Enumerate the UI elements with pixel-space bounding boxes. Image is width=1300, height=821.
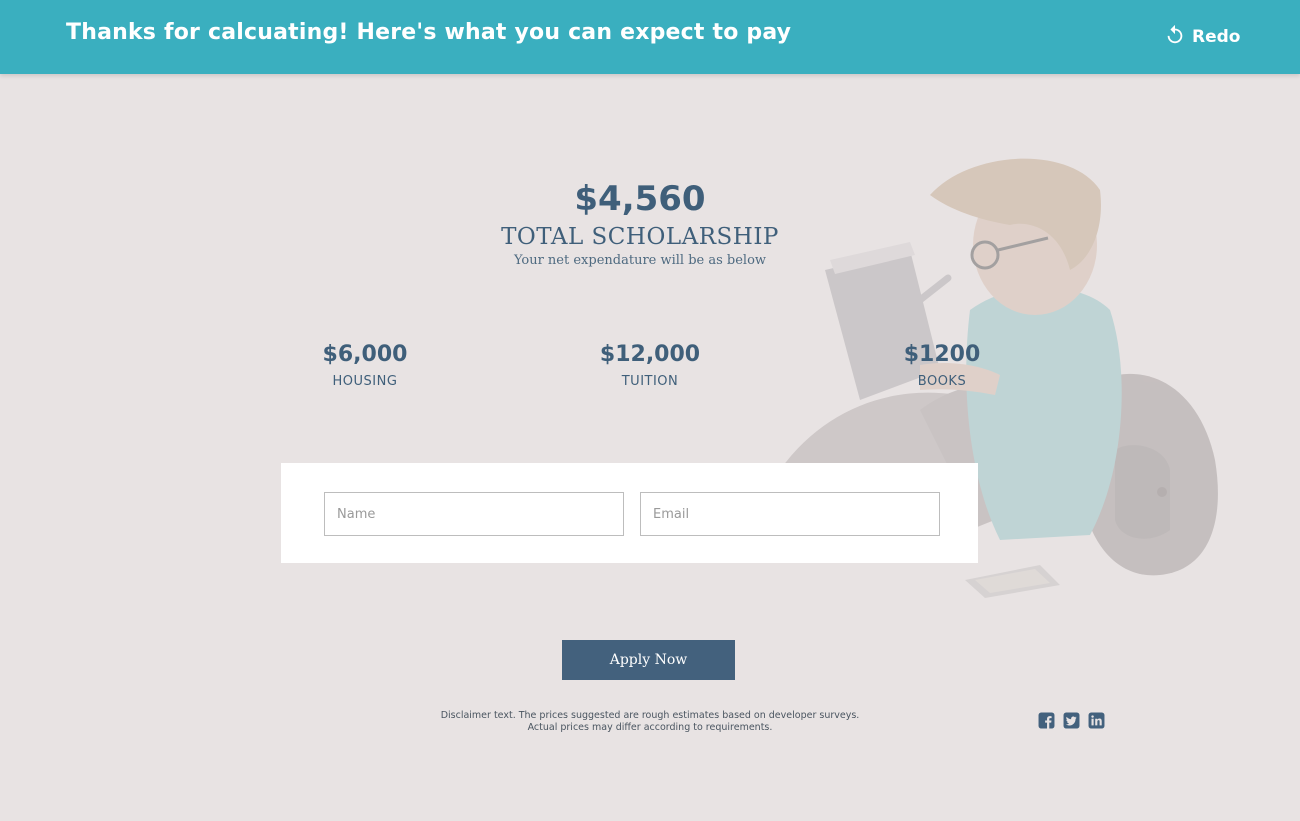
stat-books: $1200 BOOKS (842, 340, 1042, 389)
stat-label: HOUSING (332, 374, 398, 389)
name-input[interactable] (324, 492, 624, 536)
twitter-icon[interactable] (1063, 712, 1080, 729)
social-links (1038, 712, 1105, 729)
email-input[interactable] (640, 492, 940, 536)
stat-value: $1200 (903, 342, 981, 367)
redo-label: Redo (1192, 27, 1241, 47)
scholarship-amount: $4,560 (574, 179, 706, 219)
redo-icon (1164, 24, 1186, 51)
stat-tuition: $12,000 TUITION (550, 340, 750, 389)
scholarship-label: TOTAL SCHOLARSHIP (501, 224, 779, 250)
stat-label: BOOKS (917, 374, 967, 389)
page-title: Thanks for calcuating! Here's what you c… (66, 20, 792, 45)
stat-value: $6,000 (322, 342, 408, 367)
disclaimer-line-1: Disclaimer text. The prices suggested ar… (440, 710, 860, 721)
top-bar: Thanks for calcuating! Here's what you c… (0, 0, 1300, 74)
stat-housing: $6,000 HOUSING (265, 340, 465, 389)
disclaimer: Disclaimer text. The prices suggested ar… (400, 710, 900, 734)
stat-value: $12,000 (599, 342, 701, 367)
facebook-icon[interactable] (1038, 712, 1055, 729)
scholarship-summary: $4,560 TOTAL SCHOLARSHIP Your net expend… (440, 178, 840, 271)
disclaimer-line-2: Actual prices may differ according to re… (527, 722, 773, 733)
stat-label: TUITION (621, 374, 679, 389)
scholarship-subtitle: Your net expendature will be as below (513, 253, 767, 268)
apply-now-button[interactable]: Apply Now (562, 640, 735, 680)
contact-form (281, 463, 978, 563)
linkedin-icon[interactable] (1088, 712, 1105, 729)
redo-button[interactable]: Redo (1164, 24, 1240, 50)
